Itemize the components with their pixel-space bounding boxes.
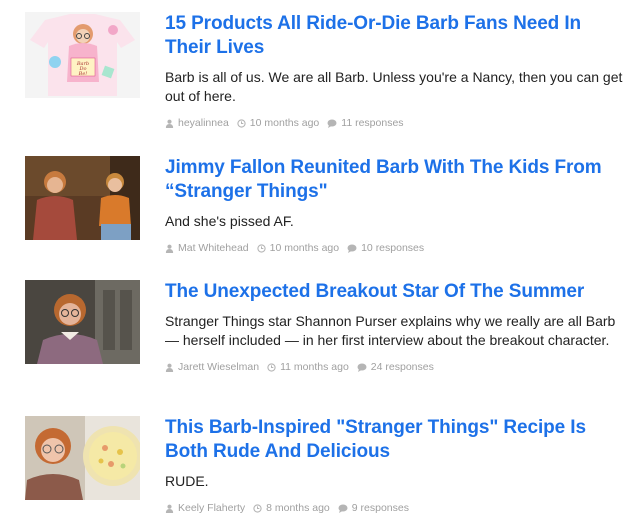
article-thumbnail[interactable] — [25, 156, 140, 240]
timestamp: 8 months ago — [266, 502, 330, 514]
article-thumbnail[interactable] — [25, 416, 140, 500]
author-link[interactable]: Mat Whitehead — [178, 241, 249, 255]
clock-icon — [237, 118, 246, 128]
timestamp: 11 months ago — [280, 361, 349, 373]
clock-icon — [253, 503, 262, 513]
article-description: And she's pissed AF. — [165, 213, 294, 229]
article-description: RUDE. — [165, 473, 209, 489]
timestamp: 10 months ago — [249, 117, 320, 129]
article-meta: Keely Flaherty 8 months ago 9 responses — [165, 501, 625, 515]
responses-link[interactable]: 24 responses — [371, 360, 434, 374]
article-description: Barb is all of us. We are all Barb. Unle… — [165, 69, 623, 104]
clock-icon — [267, 362, 276, 372]
article-title-link[interactable]: The Unexpected Breakout Star Of The Summ… — [165, 280, 625, 304]
article-thumbnail[interactable] — [25, 280, 140, 364]
responses-link[interactable]: 10 responses — [361, 241, 424, 255]
comment-icon — [347, 244, 357, 253]
responses-link[interactable]: 9 responses — [352, 501, 409, 515]
comment-icon — [327, 119, 337, 128]
article-title-link[interactable]: 15 Products All Ride-Or-Die Barb Fans Ne… — [165, 12, 625, 60]
author-link[interactable]: heyalinnea — [178, 116, 229, 130]
author-link[interactable]: Jarett Wieselman — [178, 360, 259, 374]
svg-text:Be!: Be! — [78, 71, 88, 77]
article-title-link[interactable]: This Barb-Inspired "Stranger Things" Rec… — [165, 416, 625, 464]
article-body: This Barb-Inspired "Stranger Things" Rec… — [165, 416, 625, 515]
comment-icon — [338, 504, 348, 513]
user-icon — [165, 504, 174, 513]
user-icon — [165, 244, 174, 253]
article-description: Stranger Things star Shannon Purser expl… — [165, 313, 616, 348]
article-title-link[interactable]: Jimmy Fallon Reunited Barb With The Kids… — [165, 156, 625, 204]
timestamp: 10 months ago — [269, 242, 340, 254]
article-thumbnail[interactable]: Barb Do Be! — [25, 12, 140, 98]
comment-icon — [357, 363, 367, 372]
article-body: Jimmy Fallon Reunited Barb With The Kids… — [165, 156, 625, 255]
user-icon — [165, 119, 174, 128]
user-icon — [165, 363, 174, 372]
article-meta: Mat Whitehead 10 months ago 10 responses — [165, 241, 625, 255]
responses-link[interactable]: 11 responses — [341, 116, 403, 130]
clock-icon — [256, 243, 266, 253]
author-link[interactable]: Keely Flaherty — [178, 501, 245, 515]
article-meta: Jarett Wieselman 11 months ago 24 respon… — [165, 360, 625, 374]
article-body: 15 Products All Ride-Or-Die Barb Fans Ne… — [165, 12, 625, 130]
article-body: The Unexpected Breakout Star Of The Summ… — [165, 280, 625, 374]
article-meta: heyalinnea 10 months ago 11 responses — [165, 116, 625, 130]
